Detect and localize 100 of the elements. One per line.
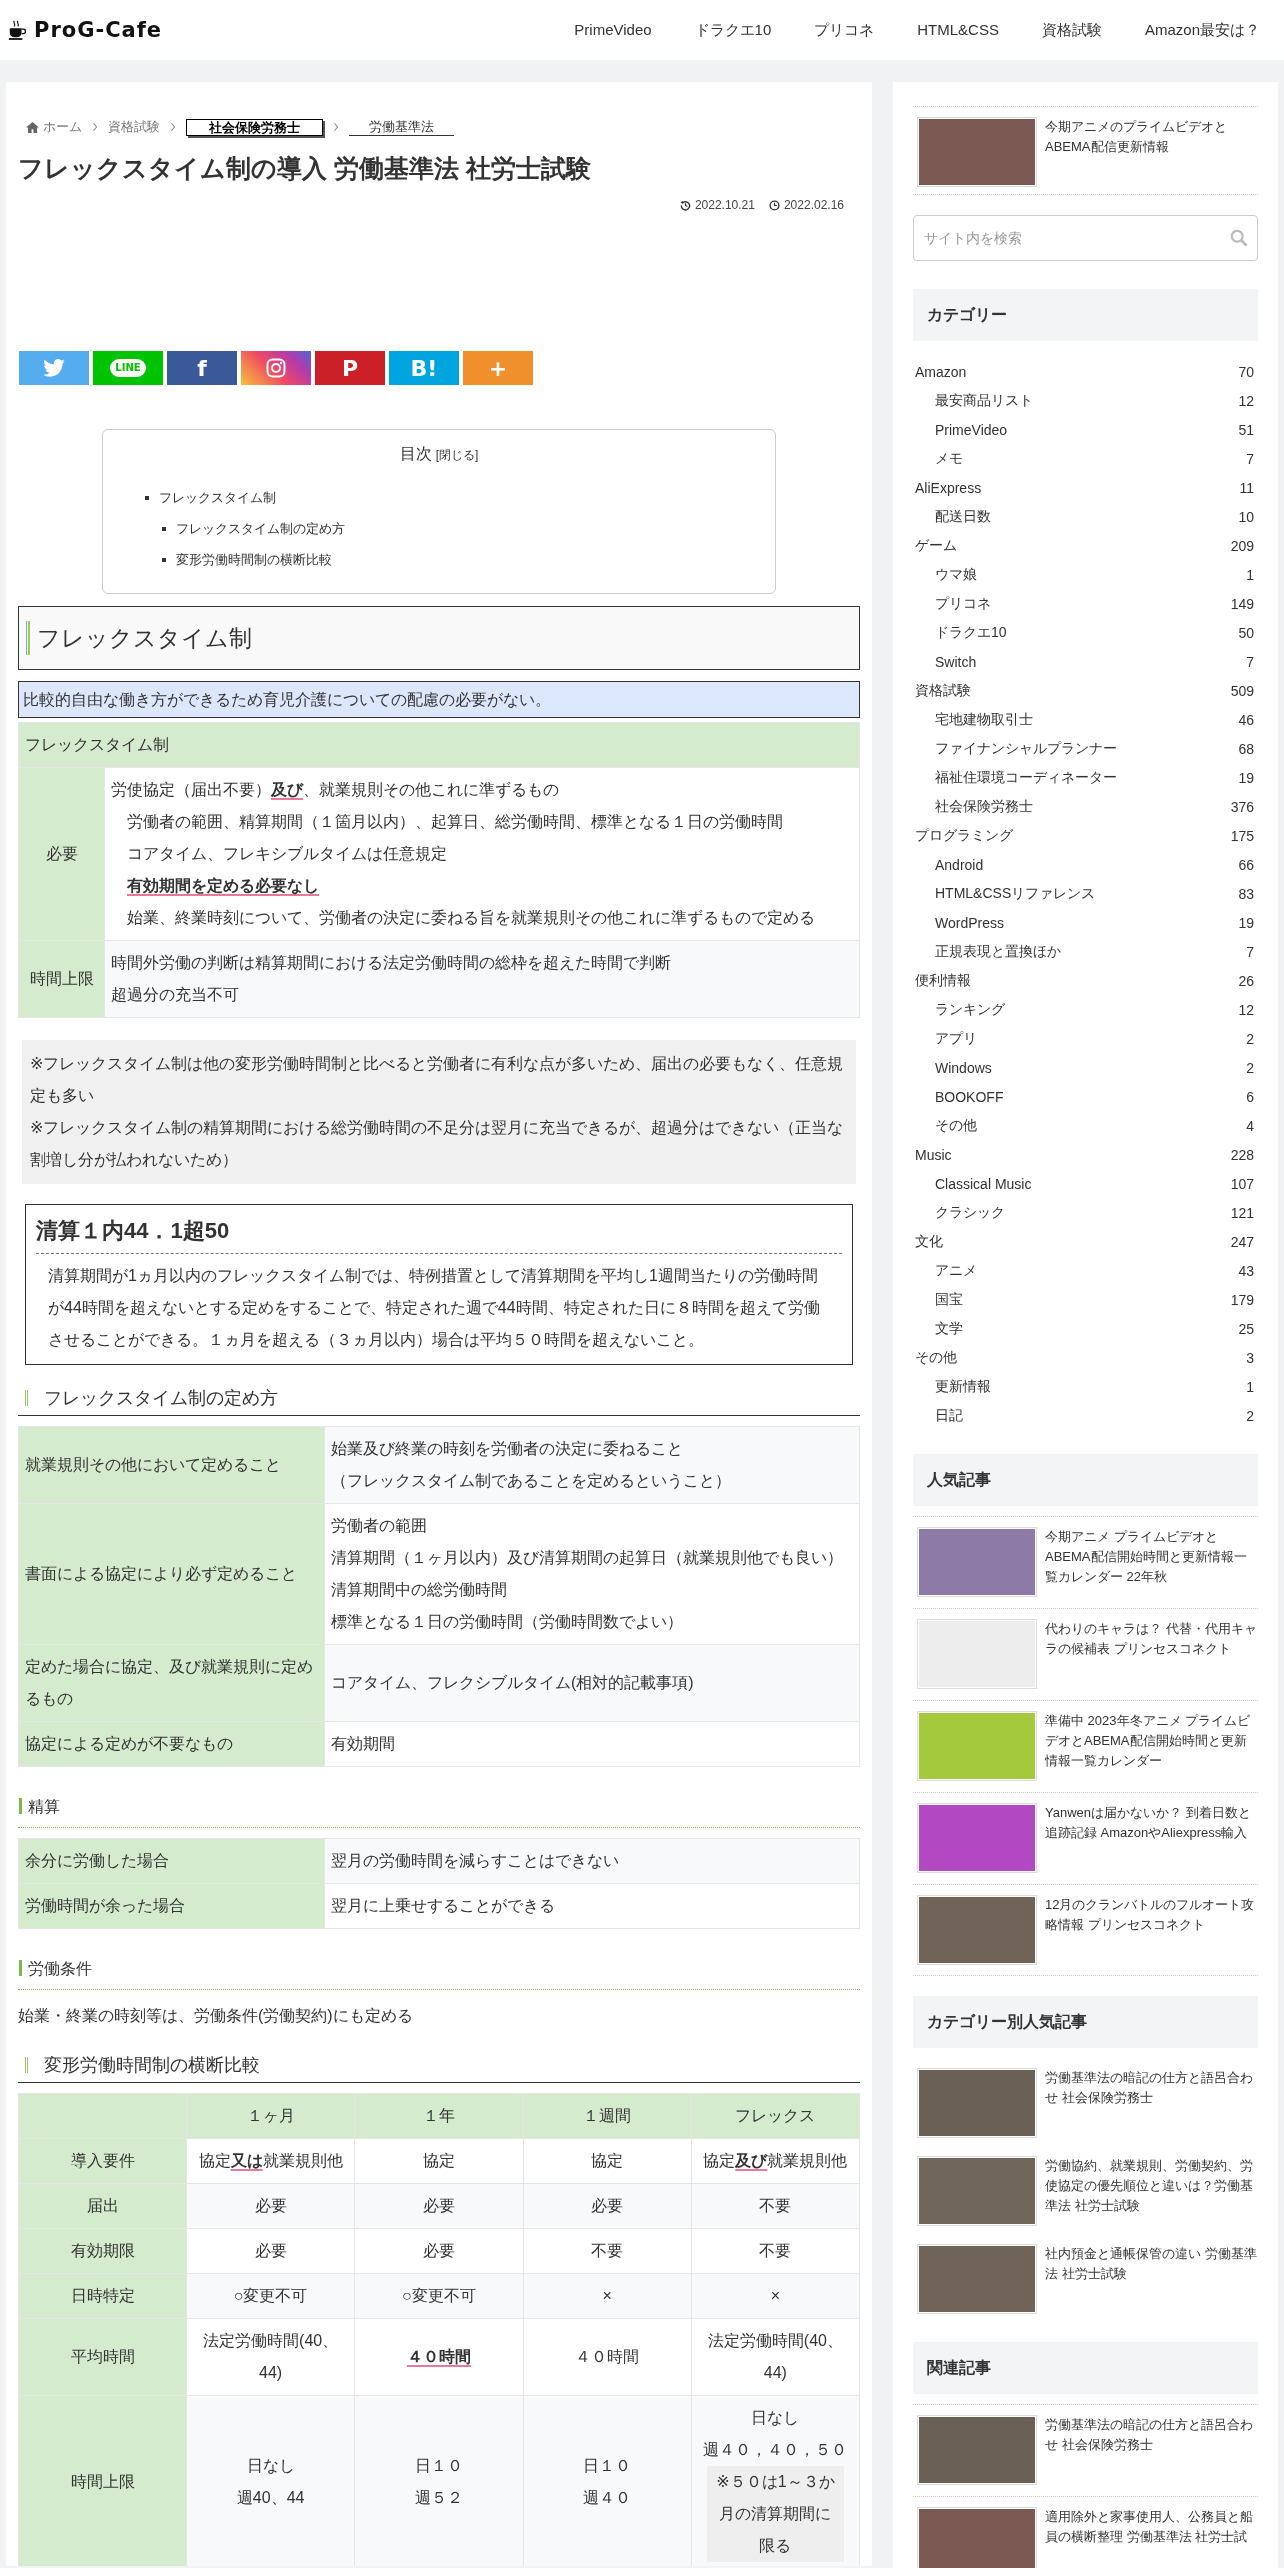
category-link[interactable]: ゲーム [915,536,957,555]
category-link[interactable]: 日記 [935,1406,963,1425]
category-link[interactable]: ウマ娘 [935,565,977,584]
article-link[interactable]: Yanwenは届かないか？ 到着日数と追跡記録 AmazonやAliexpress輸入 [1045,1803,1258,1843]
category-link[interactable]: WordPress [935,914,1004,931]
table-cell: 必要 [354,2228,523,2274]
toc-toggle[interactable]: [閉じる] [435,448,479,462]
category-link[interactable]: プリコネ [935,594,991,613]
article-link[interactable]: 社内預金と通帳保管の違い 労働基準法 社労士試験 [1045,2244,1258,2284]
cell-line: 超過分の充当不可 [111,985,240,1005]
article-link[interactable]: 労働基準法の暗記の仕方と語呂合わせ 社会保険労務士 [1045,2068,1258,2108]
category-link[interactable]: 国宝 [935,1290,963,1309]
camera-icon [266,358,286,378]
category-count: 2 [1246,1407,1254,1424]
search-icon [1230,229,1248,247]
category-count: 25 [1238,1320,1254,1337]
table-cell: 不要 [691,2183,860,2229]
breadcrumb-link[interactable]: ホーム [43,118,82,136]
category-link[interactable]: HTML&CSSリファレンス [935,884,1096,903]
nav-link[interactable]: HTML&CSS [917,20,999,40]
category-link[interactable]: 社会保険労務士 [935,797,1033,816]
breadcrumb-link[interactable]: 社会保険労務士 [186,118,323,136]
category-link[interactable]: 正規表現と置換ほか [935,942,1061,961]
category-link[interactable]: 更新情報 [935,1377,991,1396]
article-link[interactable]: 12月のクランバトルのフルオート攻略情報 プリンセスコネクト [1045,1895,1258,1935]
site-logo[interactable]: ProG-Cafe [34,18,163,42]
category-link[interactable]: Amazon [915,363,967,380]
cell-line: 清算期間中の総労働時間 [331,1580,508,1600]
category-link[interactable]: クラシック [935,1203,1005,1222]
category-link[interactable]: Classical Music [935,1175,1032,1192]
breadcrumb-link[interactable]: 資格試験 [108,118,160,136]
chevron-icon [333,122,339,132]
category-link[interactable]: 配送日数 [935,507,991,526]
category-link[interactable]: 最安商品リスト [935,391,1033,410]
category-count: 6 [1246,1088,1254,1105]
category-count: 179 [1230,1291,1254,1308]
article-link[interactable]: 適用除外と家事使用人、公務員と船員の横断整理 労働基準法 社労士試 [1045,2507,1258,2547]
toc-link[interactable]: フレックスタイム制 [159,482,276,513]
category-link[interactable]: メモ [935,449,963,468]
share-button[interactable]: f [167,351,237,385]
article-link[interactable]: 今期アニメのプライムビデオとABEMA配信更新情報 [1045,117,1258,157]
share-button[interactable]: P [315,351,385,385]
article-link[interactable]: 労働協約、就業規則、労働契約、労使協定の優先順位と違いは？労働基準法 社労士試験 [1045,2156,1258,2216]
category-link[interactable]: 文化 [915,1232,943,1251]
category-link[interactable]: PrimeVideo [935,421,1008,438]
category-link[interactable]: ドラクエ10 [935,623,1007,642]
category-count: 149 [1230,595,1254,612]
row-header: 届出 [18,2183,187,2229]
category-link[interactable]: Music [915,1146,952,1163]
cell-line: 日１０ [582,2456,633,2476]
category-link[interactable]: プログラミング [915,826,1013,845]
category-link[interactable]: Switch [935,653,977,670]
nav-link[interactable]: ドラクエ10 [694,20,772,40]
toc-link[interactable]: 変形労働時間制の横断比較 [176,544,332,575]
breadcrumb-link[interactable]: 労働基準法 [349,118,454,136]
table-cell: 不要 [523,2228,692,2274]
category-count: 50 [1238,624,1254,641]
share-button[interactable] [241,351,311,385]
category-count: 68 [1238,740,1254,757]
category-count: 51 [1238,421,1254,438]
article-link[interactable]: 代わりのキャラは？ 代替・代用キャラの候補表 プリンセスコネクト [1045,1619,1258,1659]
row-header: 定めた場合に協定、及び就業規則に定めるもの [18,1644,325,1722]
category-link[interactable]: AliExpress [915,479,982,496]
category-link[interactable]: 福祉住環境コーディネーター [935,768,1117,787]
category-count: 228 [1230,1146,1254,1163]
table-cell: 必要 [186,2183,355,2229]
clock-icon [768,199,780,211]
category-link[interactable]: ランキング [935,1000,1005,1019]
nav-link[interactable]: PrimeVideo [574,20,652,40]
bullet-icon [145,495,149,500]
subsection-heading: フレックスタイム制の定め方 [18,1383,860,1416]
category-link[interactable]: Windows [935,1059,992,1076]
category-link[interactable]: 資格試験 [915,681,971,700]
category-link[interactable]: アプリ [935,1029,977,1048]
nav-link[interactable]: 資格試験 [1041,20,1102,40]
article-link[interactable]: 準備中 2023年冬アニメ プライムビデオとABEMA配信開始時間と更新情報一覧カレンダー [1045,1711,1258,1771]
bullet-icon [162,526,166,531]
table-cell: 法定労働時間(40、44) [186,2318,355,2396]
nav-link[interactable]: プリコネ [814,20,875,40]
category-link[interactable]: その他 [935,1116,977,1135]
category-count: 209 [1230,537,1254,554]
category-link[interactable]: BOOKOFF [935,1088,1004,1105]
category-count: 4 [1246,1117,1254,1134]
cell-line: 日なし [245,2456,296,2476]
category-link[interactable]: Android [935,856,984,873]
category-link[interactable]: 宅地建物取引士 [935,710,1033,729]
category-link[interactable]: 便利情報 [915,971,971,990]
article-link[interactable]: 今期アニメ プライムビデオとABEMA配信開始時間と更新情報一覧カレンダー 22年秋 [1045,1527,1258,1587]
nav-link[interactable]: Amazon最安は？ [1144,20,1260,40]
row-header: 時間上限 [18,940,105,1018]
search-field[interactable]: サイト内を検索 [913,215,1258,261]
category-link[interactable]: ファイナンシャルプランナー [935,739,1117,758]
article-link[interactable]: 労働基準法の暗記の仕方と語呂合わせ 社会保険労務士 [1045,2415,1258,2455]
category-link[interactable]: アニメ [935,1261,977,1280]
category-count: 46 [1238,711,1254,728]
category-link[interactable]: 文学 [935,1319,963,1338]
category-count: 70 [1238,363,1254,380]
category-link[interactable]: その他 [915,1348,957,1367]
row-header: 導入要件 [18,2138,187,2184]
toc-link[interactable]: フレックスタイム制の定め方 [176,513,345,544]
